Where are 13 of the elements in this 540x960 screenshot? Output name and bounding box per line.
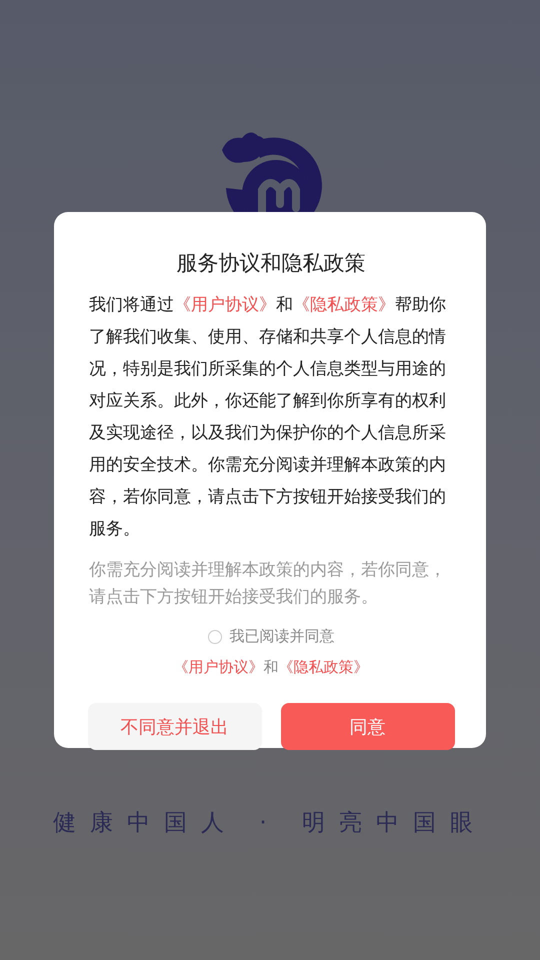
policy-link[interactable]: 《隐私政策》 <box>293 295 395 315</box>
agree-radio[interactable] <box>208 630 222 644</box>
policy-link[interactable]: 《隐私政策》 <box>278 658 368 676</box>
policy-text: 我们将通过《用户协议》和《隐私政策》帮助你了解我们收集、使用、存储和共享个人信息的情况，特别是我们所采集的个人信息类型与用途的对应关系。此外，你还能了解到你所享有的权利及实现途径，以及我们为保护你的个人信息所采用的安全技术。你需充分阅读并理解本政策的内容，若你同意，请点击下方按钮开始接受我们的服务。 <box>89 294 447 541</box>
slogan-text: 健康中国人 · 明亮中国眼 <box>53 809 487 838</box>
decline-button[interactable]: 不同意并退出 <box>88 703 262 750</box>
policy-link[interactable]: 《用户协议》 <box>174 658 264 676</box>
agree-button[interactable]: 同意 <box>280 703 454 750</box>
agree-label: 我已阅读并同意 <box>230 627 334 646</box>
policy-link[interactable]: 《用户协议》 <box>174 295 276 315</box>
dialog-title: 服务协议和隐私政策 <box>176 250 366 277</box>
note-text: 你需充分阅读并理解本政策的内容，若你同意，请点击下方按钮开始接受我们的服务。 <box>89 559 447 609</box>
links-text: 《用户协议》和《隐私政策》 <box>174 658 368 677</box>
